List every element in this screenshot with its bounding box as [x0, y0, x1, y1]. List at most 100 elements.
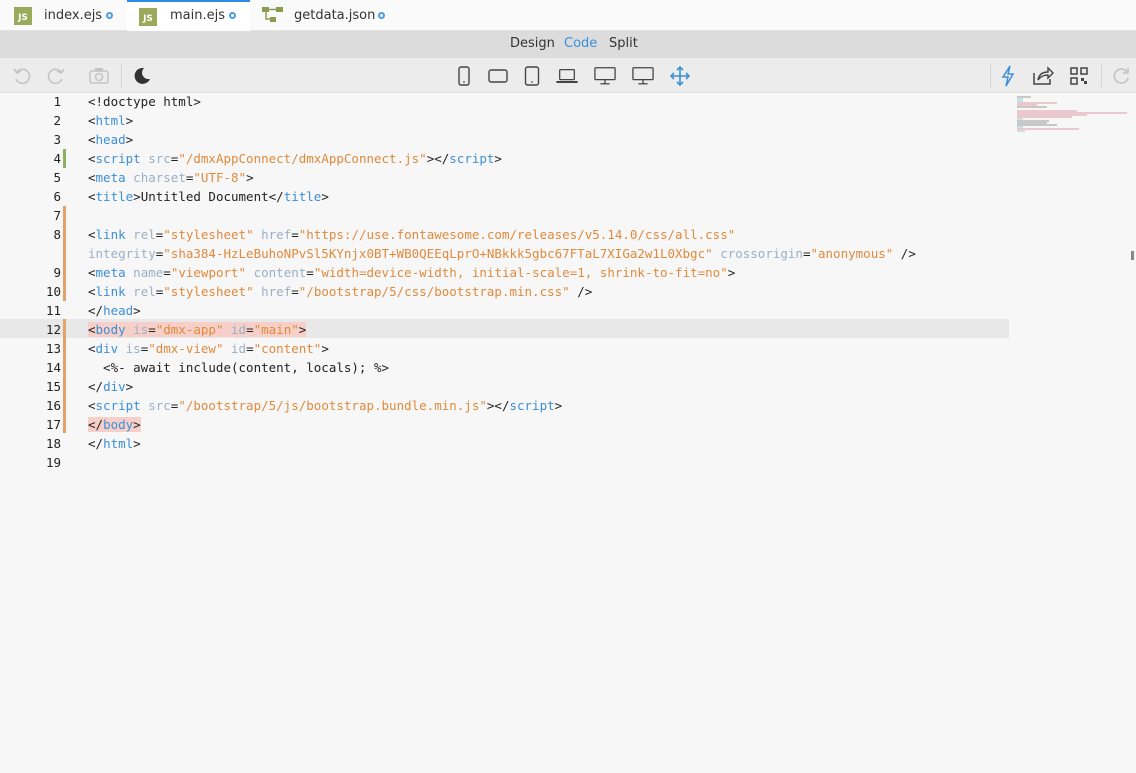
code-token: < [88, 189, 96, 204]
code-token: </ [88, 303, 104, 318]
code-line: <meta name="viewport" content="width=dev… [88, 265, 735, 280]
code-token: > [125, 379, 134, 394]
desktop-icon[interactable] [594, 65, 616, 87]
code-token: src [140, 398, 171, 413]
share-icon[interactable] [1032, 65, 1054, 87]
code-token: /> [893, 246, 916, 261]
line-number: 16 [45, 398, 61, 413]
code-token: "width=device-width, initial-scale=1, sh… [313, 265, 728, 280]
code-token: rel [125, 227, 156, 242]
code-token: = [291, 284, 299, 299]
code-token: > [133, 417, 141, 432]
line-number: 3 [53, 132, 61, 147]
code-token: body [95, 322, 126, 337]
code-token: > [298, 322, 307, 337]
code-editor[interactable]: 1 2 3 4 5 6 7 8 9 10 11 12 13 14 15 16 1… [0, 93, 1136, 773]
laptop-icon[interactable] [556, 65, 578, 87]
code-token: > [321, 341, 329, 356]
design-mode-button[interactable]: Design [510, 36, 555, 51]
tab-label: main.ejs [170, 8, 225, 23]
code-line: <link rel="stylesheet" href="https://use… [88, 227, 735, 242]
code-line: </div> [88, 379, 133, 394]
code-token: integrity [88, 246, 156, 261]
qr-code-icon[interactable] [1068, 65, 1090, 87]
unsaved-dot-icon [229, 12, 236, 19]
code-minimap[interactable] [1017, 96, 1127, 132]
move-icon[interactable] [669, 65, 691, 87]
code-mode-button[interactable]: Code [564, 36, 597, 51]
code-token: "content" [253, 341, 322, 356]
code-line: <div is="dmx-view" id="content"> [88, 341, 329, 356]
dark-mode-icon[interactable] [131, 65, 153, 87]
redo-icon[interactable] [45, 65, 67, 87]
code-token: meta [95, 265, 126, 280]
code-token: < [88, 227, 96, 242]
code-token: < [88, 265, 96, 280]
line-number: 10 [45, 284, 61, 299]
code-line: <html> [88, 113, 133, 128]
phone-landscape-icon[interactable] [487, 65, 509, 87]
code-token: title [95, 189, 134, 204]
line-number: 7 [53, 208, 61, 223]
tab-getdata-json[interactable]: getdata.json [250, 0, 390, 31]
code-token: script [95, 151, 141, 166]
code-token: div [103, 379, 126, 394]
wide-desktop-icon[interactable] [632, 65, 654, 87]
tab-index-ejs[interactable]: JS index.ejs [0, 0, 127, 31]
view-mode-bar: Design Code Split [0, 31, 1136, 58]
code-token: = [306, 265, 314, 280]
code-token: > [246, 170, 254, 185]
tab-label: index.ejs [44, 8, 103, 23]
toolbar-divider [1101, 64, 1102, 87]
code-token: html [103, 436, 134, 451]
code-token: < [88, 151, 96, 166]
code-token: "/bootstrap/5/js/bootstrap.bundle.min.js… [178, 398, 487, 413]
lightning-icon[interactable] [997, 65, 1019, 87]
line-number: 15 [45, 379, 61, 394]
code-token: < [88, 113, 96, 128]
editor-toolbar [0, 58, 1136, 93]
code-token: name [125, 265, 164, 280]
line-number: 18 [45, 436, 61, 451]
refresh-icon[interactable] [1110, 65, 1132, 87]
code-token: /> [569, 284, 593, 299]
code-token: > [133, 436, 141, 451]
line-number: 4 [53, 151, 61, 166]
code-token: script [95, 398, 141, 413]
code-token: = [291, 227, 299, 242]
code-token: < [88, 322, 96, 337]
tablet-icon[interactable] [521, 65, 543, 87]
line-number: 12 [45, 322, 61, 337]
phone-portrait-icon[interactable] [453, 65, 475, 87]
code-token: "stylesheet" [163, 227, 254, 242]
code-token: "viewport" [170, 265, 247, 280]
code-line: <title>Untitled Document</title> [88, 189, 329, 204]
code-token: content [246, 265, 307, 280]
code-token: "dmx-app" [155, 322, 224, 337]
code-token: = [246, 341, 254, 356]
code-token: "UTF-8" [193, 170, 247, 185]
js-file-icon: JS [14, 7, 32, 25]
code-token: > [554, 398, 563, 413]
tab-main-ejs[interactable]: JS main.ejs [127, 0, 250, 31]
undo-icon[interactable] [11, 65, 33, 87]
code-token: src [140, 151, 171, 166]
code-token: rel [125, 284, 156, 299]
line-number: 19 [45, 455, 61, 470]
code-token: "main" [253, 322, 299, 337]
code-token: script [449, 151, 495, 166]
line-number: 13 [45, 341, 61, 356]
line-number: 5 [53, 170, 61, 185]
code-token: < [88, 341, 96, 356]
code-token: title [283, 189, 322, 204]
code-token: "/bootstrap/5/css/bootstrap.min.css" [298, 284, 570, 299]
code-token: </ [88, 379, 104, 394]
split-mode-button[interactable]: Split [609, 36, 638, 51]
scrollbar-marker[interactable] [1131, 251, 1134, 260]
code-token: is [125, 322, 149, 337]
code-token: "/dmxAppConnect/dmxAppConnect.js" [178, 151, 427, 166]
code-token: crossorigin [712, 246, 803, 261]
line-number: 8 [53, 227, 61, 242]
screenshot-icon[interactable] [88, 65, 110, 87]
unsaved-dot-icon [378, 12, 385, 19]
